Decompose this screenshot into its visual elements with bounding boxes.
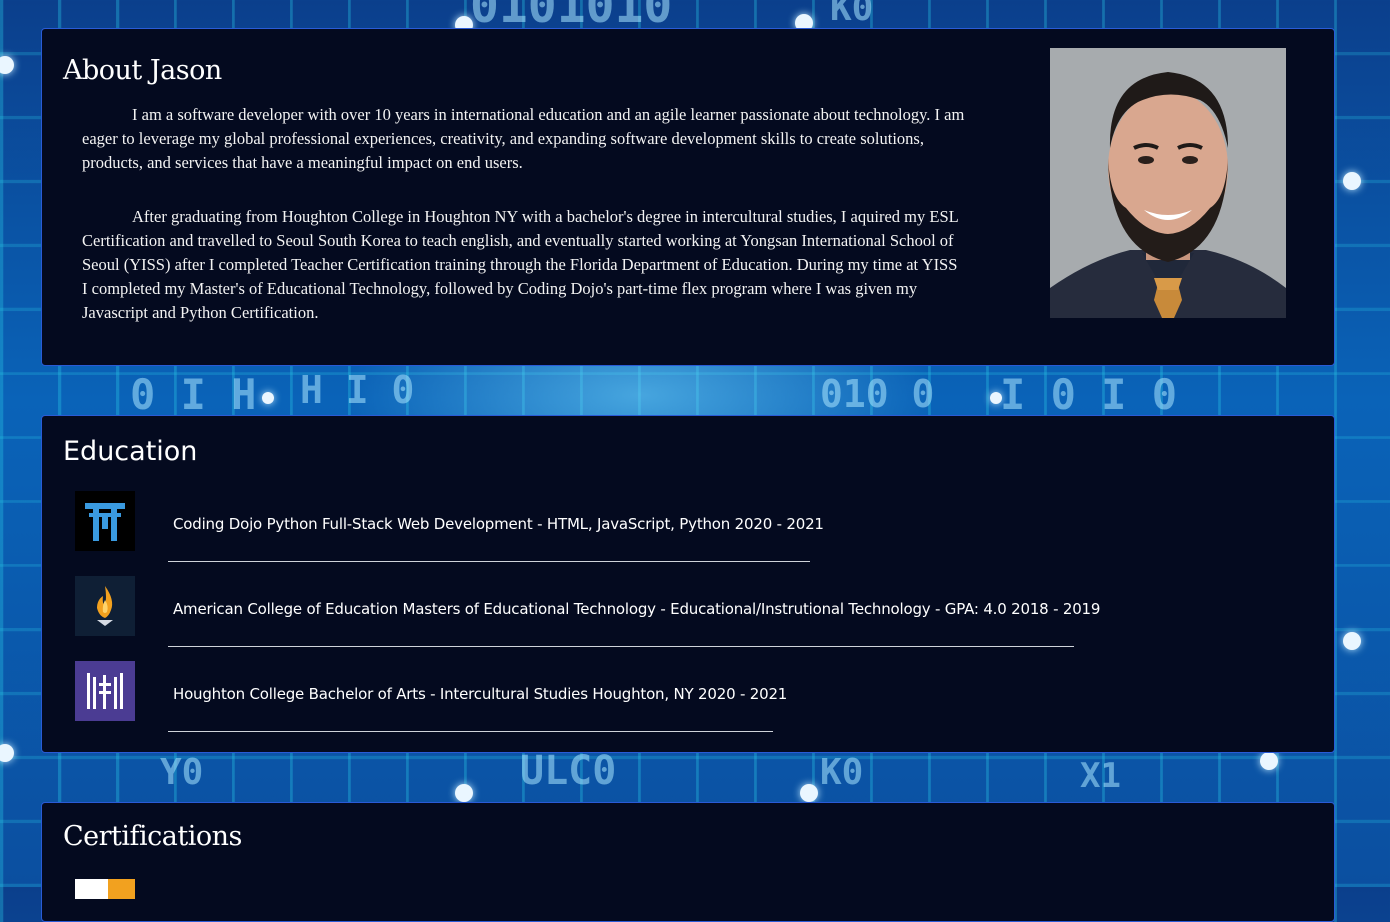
about-paragraph-1: I am a software developer with over 10 y… [82, 105, 965, 172]
about-title: About Jason [63, 55, 222, 86]
about-paragraph-2: After graduating from Houghton College i… [82, 207, 959, 322]
education-item-text: Coding Dojo Python Full-Stack Web Develo… [173, 515, 824, 533]
torii-gate-icon [75, 491, 135, 551]
about-section: About Jason I am a software developer wi… [41, 28, 1335, 366]
flame-icon [75, 576, 135, 636]
certification-logo [75, 879, 135, 899]
divider [168, 561, 810, 562]
education-item-text: American College of Education Masters of… [173, 600, 1101, 618]
education-item-houghton: Houghton College Bachelor of Arts - Inte… [42, 661, 1142, 741]
profile-photo [1050, 48, 1286, 318]
education-item-text: Houghton College Bachelor of Arts - Inte… [173, 685, 788, 703]
certifications-title: Certifications [63, 821, 242, 852]
houghton-h-icon [75, 661, 135, 721]
education-item-coding-dojo: Coding Dojo Python Full-Stack Web Develo… [42, 491, 1142, 571]
education-section: Education Coding Dojo Python Full-Stack … [41, 415, 1335, 753]
education-title: Education [63, 436, 198, 467]
profile-photo-image [1050, 48, 1286, 318]
education-item-ace: American College of Education Masters of… [42, 576, 1142, 656]
divider [168, 731, 773, 732]
certifications-section: Certifications [41, 802, 1335, 922]
divider [168, 646, 1074, 647]
